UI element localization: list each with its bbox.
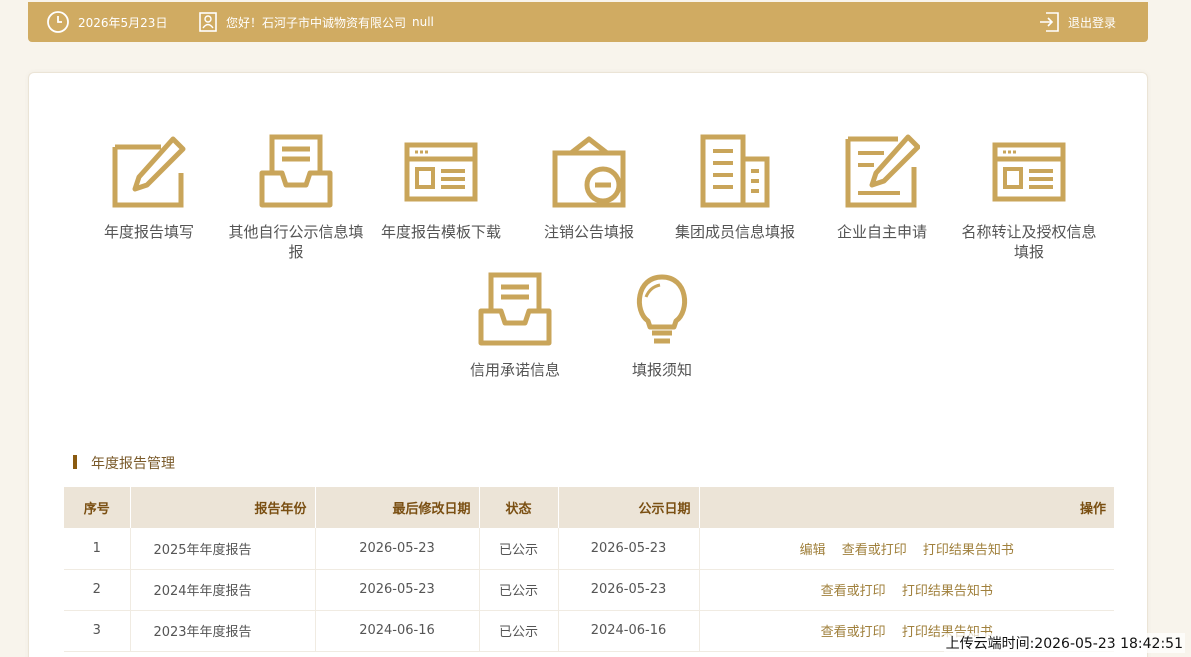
- cell-actions: 查看或打印 打印结果告知书: [699, 569, 1114, 611]
- tile-name-transfer[interactable]: 名称转让及授权信息填报: [959, 133, 1099, 263]
- cell-published: 2026-05-23: [558, 528, 700, 570]
- user-suffix: null: [412, 15, 434, 29]
- tile-label: 填报须知: [631, 362, 692, 379]
- tile-group-members[interactable]: 集团成员信息填报: [665, 133, 805, 243]
- header-status: 状态: [479, 487, 559, 528]
- cell-status: 已公示: [479, 610, 559, 652]
- cell-status: 已公示: [479, 528, 559, 570]
- main-card: 年度报告填写 其他自行公示信息填报 年度报告模板下载 注销公告填报 集团成员信息…: [28, 72, 1148, 657]
- table-row: 2 2024年年度报告 2026-05-23 已公示 2026-05-23 查看…: [64, 569, 1114, 611]
- greeting-text: 您好！石河子市中诚物资有限公司: [226, 15, 407, 30]
- tile-label: 年度报告填写: [103, 224, 194, 241]
- user-badge-icon: [199, 12, 217, 32]
- cell-modified: 2026-05-23: [315, 569, 480, 611]
- tile-annual-report-fill[interactable]: 年度报告填写: [79, 133, 219, 243]
- cell-year: 2025年年度报告: [130, 528, 316, 570]
- tile-self-application[interactable]: 企业自主申请: [812, 133, 952, 243]
- table-row: 1 2025年年度报告 2026-05-23 已公示 2026-05-23 编辑…: [64, 528, 1114, 570]
- inbox-document-icon: [259, 134, 333, 208]
- section-title: 年度报告管理: [73, 453, 175, 473]
- cell-no: 1: [64, 528, 131, 570]
- tile-label: 集团成员信息填报: [674, 224, 795, 241]
- template-window-icon: [404, 142, 478, 202]
- upload-time: 上传云端时间:2026-05-23 18:42:51: [943, 633, 1185, 653]
- edit-document-icon: [845, 134, 920, 208]
- date-text: 2026年5月23日: [78, 15, 168, 30]
- cell-no: 2: [64, 569, 131, 611]
- view-print-link[interactable]: 查看或打印: [821, 584, 886, 599]
- table-header-row: 序号 报告年份 最后修改日期 状态 公示日期 操作: [64, 487, 1114, 528]
- cancel-notice-icon: [552, 136, 626, 208]
- transfer-window-icon: [992, 142, 1066, 202]
- annual-report-table: 序号 报告年份 最后修改日期 状态 公示日期 操作 1 2025年年度报告 20…: [64, 487, 1114, 652]
- header-published: 公示日期: [558, 487, 700, 528]
- logout-label: 退出登录: [1068, 15, 1117, 30]
- cell-actions: 编辑 查看或打印 打印结果告知书: [699, 528, 1114, 570]
- cell-modified: 2024-06-16: [315, 610, 480, 652]
- header-modified: 最后修改日期: [315, 487, 480, 528]
- view-print-link[interactable]: 查看或打印: [842, 543, 907, 558]
- cell-published: 2024-06-16: [558, 610, 700, 652]
- print-result-link[interactable]: 打印结果告知书: [902, 584, 993, 599]
- tile-template-download[interactable]: 年度报告模板下载: [371, 133, 511, 243]
- cell-published: 2026-05-23: [558, 569, 700, 611]
- tile-label: 企业自主申请: [836, 224, 927, 241]
- logout-icon: [1040, 12, 1059, 32]
- edit-link[interactable]: 编辑: [800, 543, 826, 558]
- cell-no: 3: [64, 610, 131, 652]
- top-bar: 2026年5月23日 您好！石河子市中诚物资有限公司 null 退出登录: [28, 2, 1148, 42]
- cell-year: 2024年年度报告: [130, 569, 316, 611]
- tile-credit-commitment[interactable]: 信用承诺信息: [445, 271, 585, 381]
- edit-icon: [112, 136, 186, 208]
- tile-filing-notice[interactable]: 填报须知: [592, 271, 732, 381]
- tile-cancel-notice[interactable]: 注销公告填报: [519, 133, 659, 243]
- inbox-document-icon: [478, 272, 552, 346]
- logout-button[interactable]: 退出登录: [1038, 2, 1116, 42]
- cell-modified: 2026-05-23: [315, 528, 480, 570]
- tile-label: 信用承诺信息: [469, 362, 560, 379]
- tile-label: 其他自行公示信息填报: [228, 224, 364, 261]
- tile-label: 名称转让及授权信息填报: [961, 224, 1097, 261]
- tile-other-disclosure[interactable]: 其他自行公示信息填报: [226, 133, 366, 263]
- view-print-link[interactable]: 查看或打印: [821, 625, 886, 640]
- tile-label: 年度报告模板下载: [380, 224, 501, 241]
- header-no: 序号: [64, 487, 131, 528]
- header-year: 报告年份: [130, 487, 316, 528]
- print-result-link[interactable]: 打印结果告知书: [923, 543, 1014, 558]
- greeting: 您好！石河子市中诚物资有限公司 null: [198, 2, 434, 42]
- cell-status: 已公示: [479, 569, 559, 611]
- cell-year: 2023年年度报告: [130, 610, 316, 652]
- clock-icon: [47, 11, 69, 33]
- tile-label: 注销公告填报: [543, 224, 634, 241]
- lightbulb-icon: [637, 274, 687, 344]
- header-actions: 操作: [699, 487, 1114, 528]
- group-buildings-icon: [700, 134, 770, 208]
- date-display: 2026年5月23日: [46, 2, 167, 42]
